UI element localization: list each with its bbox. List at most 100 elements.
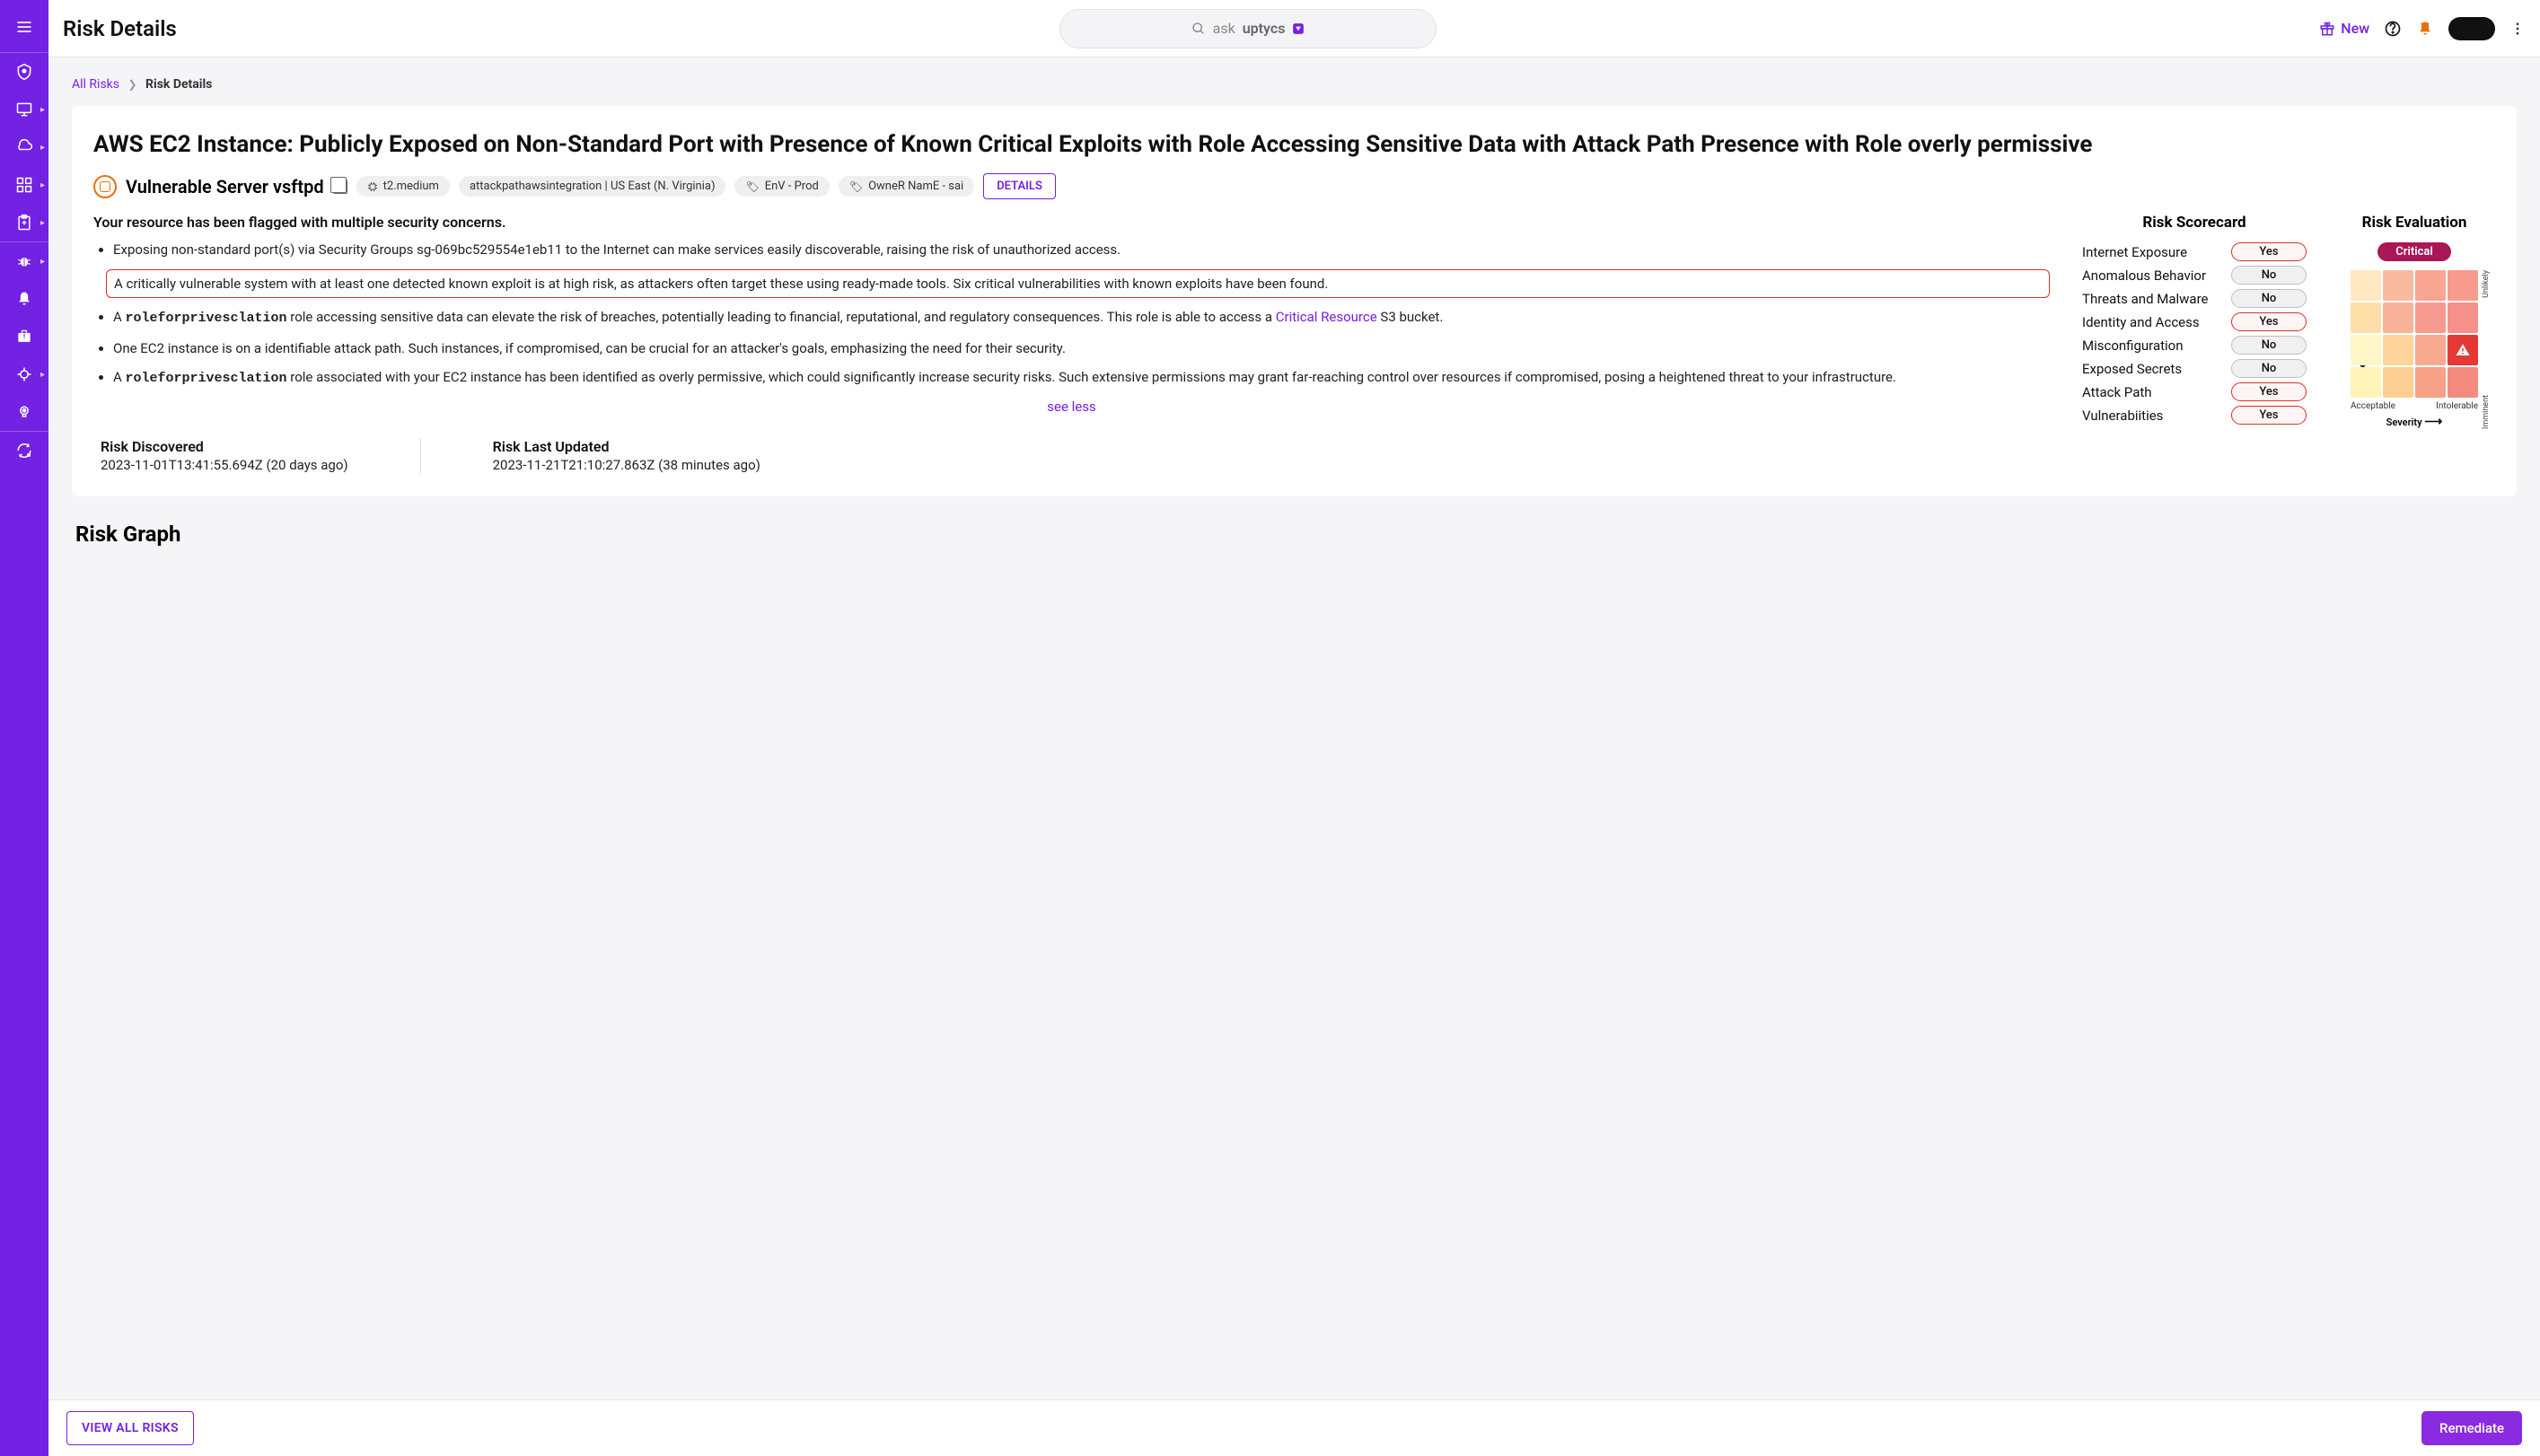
sidebar-item-bell[interactable] [0,280,48,318]
copy-resource-name-button[interactable] [333,180,347,194]
new-label: New [2341,20,2369,37]
breadcrumb: All Risks ❯ Risk Details [72,77,2517,92]
scorecard-value-pill: Yes [2231,242,2307,261]
scorecard-row: Identity and Access Yes [2082,312,2307,331]
sidebar-item-apps[interactable]: ▸ [0,166,48,204]
scorecard-row: Internet ExposureYes [2082,242,2307,261]
scorecard-value-pill: Yes [2231,312,2307,331]
sidebar-item-cloud[interactable]: ▸ [0,128,48,166]
search-placeholder-brand: uptycs [1243,20,1286,37]
resource-type-icon [93,175,117,198]
footer-bar: VIEW ALL RISKS Remediate [48,1399,2540,1456]
heatmap-cell [2448,303,2478,333]
breadcrumb-current: Risk Details [145,77,212,92]
scorecard-value-pill: No [2231,336,2307,355]
bell-alert-icon [2416,20,2434,38]
hamburger-menu-icon[interactable] [15,11,33,52]
risk-scorecard: Risk Scorecard Internet ExposureYes Anoma… [2082,214,2307,429]
kebab-icon [2509,21,2526,37]
scorecard-value-pill: No [2231,289,2307,308]
risk-graph-title: Risk Graph [75,522,2517,547]
scorecard-label: Anomalous Behavior [2082,268,2206,284]
bullet-2: A roleforprivesclation role accessing se… [113,307,2050,329]
scorecard-row: Exposed SecretsNo [2082,359,2307,378]
tag-icon: 🏷 [745,180,759,193]
search-placeholder-prefix: ask [1213,20,1235,37]
heatmap-cell [2383,303,2413,333]
scorecard-value-pill: No [2231,266,2307,285]
alert-triangle-icon [2455,342,2471,358]
scorecard-title: Risk Scorecard [2082,214,2307,232]
sidebar: ▸ ▸ ▸ ▸ ▸ ! ▸ [0,0,48,1456]
scorecard-value-pill: Yes [2231,382,2307,401]
sidebar-item-bug[interactable]: ▸ [0,242,48,280]
meta-updated: Risk Last Updated 2023-11-21T21:10:27.86… [493,438,760,473]
scorecard-label: Threats and Malware [2082,291,2209,307]
critical-resource-link[interactable]: Critical Resource [1276,309,1377,325]
heatmap-cell [2415,367,2446,398]
heatmap: Likelihood → Unlikely Imminent Acceptabl… [2351,270,2478,429]
bullet-4: A roleforprivesclation role associated w… [113,367,2050,390]
user-menu[interactable] [2448,17,2495,40]
bullet-1-highlighted: A critically vulnerable system with at l… [113,269,2050,299]
chip-icon [367,181,378,192]
notifications-button[interactable] [2416,20,2434,38]
gift-icon [2319,21,2335,37]
bullet-3: One EC2 instance is on a identifiable at… [113,338,2050,359]
scorecard-label: Misconfiguration [2082,338,2184,354]
scorecard-row: Attack Path Yes [2082,382,2307,401]
heatmap-cell [2351,367,2381,398]
risk-bullets: Exposing non-standard port(s) via Securi… [93,240,2050,390]
more-menu-button[interactable] [2509,21,2526,37]
breadcrumb-parent-link[interactable]: All Risks [72,77,119,92]
heatmap-cell [2351,335,2381,365]
chevron-right-icon: ❯ [127,78,136,91]
sidebar-item-target[interactable]: ▸ [0,355,48,393]
resource-row: Vulnerable Server vsftpd t2.medium attac… [93,173,2495,199]
tag-icon: 🏷 [849,180,863,193]
remediate-button[interactable]: Remediate [2421,1411,2522,1445]
details-button[interactable]: DETAILS [983,173,1056,199]
chip-tag-env: 🏷 EnV - Prod [734,176,829,197]
heatmap-cell [2448,335,2478,365]
heatmap-cell [2415,303,2446,333]
heatmap-cell [2415,335,2446,365]
scorecard-row: Anomalous Behavior No [2082,266,2307,285]
main-panel: Risk Details ask uptycs New [48,0,2540,1456]
help-button[interactable] [2384,20,2402,38]
view-all-risks-button[interactable]: VIEW ALL RISKS [66,1411,194,1445]
risk-title: AWS EC2 Instance: Publicly Exposed on No… [93,129,2495,161]
sidebar-item-briefcase[interactable]: ! [0,318,48,355]
heatmap-cell [2448,270,2478,301]
scorecard-value-pill: Yes [2231,406,2307,425]
critical-badge: Critical [2377,242,2450,261]
bullet-0: Exposing non-standard port(s) via Securi… [113,240,2050,260]
see-less-toggle[interactable]: see less [93,399,2050,415]
chip-instance-type: t2.medium [356,176,450,197]
scorecard-label: Identity and Access [2082,314,2200,330]
scorecard-row: Misconfiguration No [2082,336,2307,355]
sidebar-item-monitor[interactable]: ▸ [0,91,48,128]
heatmap-cell [2351,270,2381,301]
global-search[interactable]: ask uptycs [1059,9,1437,48]
svg-text:!: ! [23,333,25,341]
scorecard-value-pill: No [2231,359,2307,378]
heatmap-cell [2448,367,2478,398]
page-title: Risk Details [63,16,177,41]
sidebar-item-bulb[interactable] [0,393,48,431]
search-icon [1191,22,1206,36]
content-scroll: All Risks ❯ Risk Details AWS EC2 Instanc… [48,57,2540,1399]
sidebar-item-shield[interactable] [0,53,48,91]
sidebar-item-clipboard[interactable]: ▸ [0,204,48,241]
heatmap-cell [2383,335,2413,365]
new-button[interactable]: New [2319,20,2369,37]
scorecard-label: Attack Path [2082,384,2152,400]
resource-name: Vulnerable Server vsftpd [126,176,324,197]
heatmap-cell [2383,270,2413,301]
risk-card: AWS EC2 Instance: Publicly Exposed on No… [72,106,2517,496]
help-icon [2384,20,2402,38]
meta-discovered: Risk Discovered 2023-11-01T13:41:55.694Z… [101,438,348,473]
sidebar-item-sync-gear[interactable] [0,432,48,469]
x-axis-label: Severity ⟶ [2351,415,2478,429]
heatmap-cell [2351,303,2381,333]
